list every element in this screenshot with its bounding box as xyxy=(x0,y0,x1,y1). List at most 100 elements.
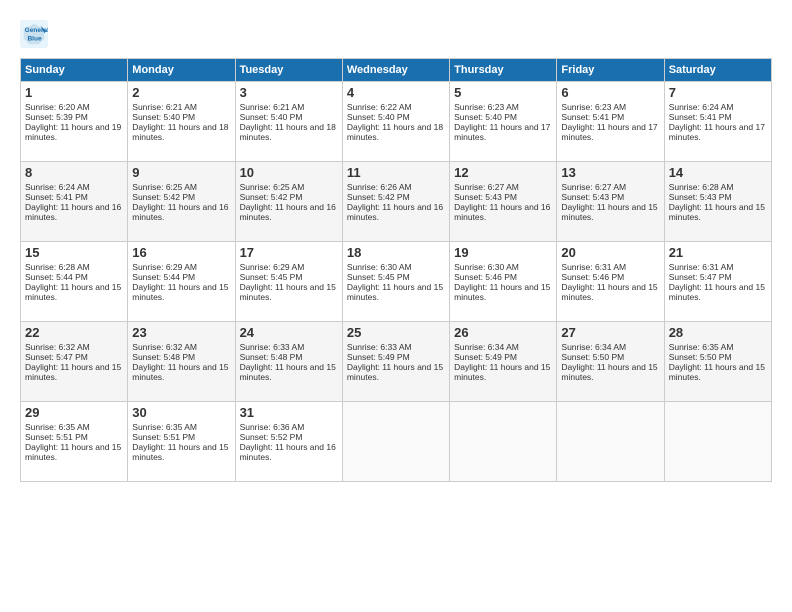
day-number: 29 xyxy=(25,405,123,420)
day-number: 3 xyxy=(240,85,338,100)
sunrise: Sunrise: 6:34 AM xyxy=(561,342,626,352)
sunset: Sunset: 5:51 PM xyxy=(25,432,88,442)
day-number: 18 xyxy=(347,245,445,260)
calendar-cell: 5Sunrise: 6:23 AMSunset: 5:40 PMDaylight… xyxy=(450,82,557,162)
day-number: 26 xyxy=(454,325,552,340)
sunset: Sunset: 5:50 PM xyxy=(561,352,624,362)
calendar-cell: 22Sunrise: 6:32 AMSunset: 5:47 PMDayligh… xyxy=(21,322,128,402)
sunrise: Sunrise: 6:29 AM xyxy=(132,262,197,272)
sunrise: Sunrise: 6:27 AM xyxy=(561,182,626,192)
sunrise: Sunrise: 6:28 AM xyxy=(25,262,90,272)
day-number: 14 xyxy=(669,165,767,180)
calendar-cell: 30Sunrise: 6:35 AMSunset: 5:51 PMDayligh… xyxy=(128,402,235,482)
calendar-cell: 9Sunrise: 6:25 AMSunset: 5:42 PMDaylight… xyxy=(128,162,235,242)
day-number: 17 xyxy=(240,245,338,260)
sunrise: Sunrise: 6:28 AM xyxy=(669,182,734,192)
daylight-hours: Daylight: 11 hours and 15 minutes. xyxy=(669,282,765,302)
calendar-week-1: 1Sunrise: 6:20 AMSunset: 5:39 PMDaylight… xyxy=(21,82,772,162)
calendar-cell: 18Sunrise: 6:30 AMSunset: 5:45 PMDayligh… xyxy=(342,242,449,322)
day-number: 1 xyxy=(25,85,123,100)
daylight-hours: Daylight: 11 hours and 15 minutes. xyxy=(561,362,657,382)
daylight-hours: Daylight: 11 hours and 17 minutes. xyxy=(561,122,657,142)
daylight-hours: Daylight: 11 hours and 18 minutes. xyxy=(240,122,336,142)
calendar-cell: 6Sunrise: 6:23 AMSunset: 5:41 PMDaylight… xyxy=(557,82,664,162)
day-number: 27 xyxy=(561,325,659,340)
calendar-cell: 12Sunrise: 6:27 AMSunset: 5:43 PMDayligh… xyxy=(450,162,557,242)
calendar-cell: 20Sunrise: 6:31 AMSunset: 5:46 PMDayligh… xyxy=(557,242,664,322)
calendar-cell: 15Sunrise: 6:28 AMSunset: 5:44 PMDayligh… xyxy=(21,242,128,322)
weekday-header-saturday: Saturday xyxy=(664,59,771,82)
logo-icon: General Blue xyxy=(20,20,48,48)
sunset: Sunset: 5:48 PM xyxy=(240,352,303,362)
calendar-cell: 17Sunrise: 6:29 AMSunset: 5:45 PMDayligh… xyxy=(235,242,342,322)
day-number: 6 xyxy=(561,85,659,100)
day-number: 11 xyxy=(347,165,445,180)
weekday-header-tuesday: Tuesday xyxy=(235,59,342,82)
sunrise: Sunrise: 6:32 AM xyxy=(25,342,90,352)
daylight-hours: Daylight: 11 hours and 16 minutes. xyxy=(454,202,550,222)
daylight-hours: Daylight: 11 hours and 15 minutes. xyxy=(132,442,228,462)
header: General Blue xyxy=(20,20,772,48)
sunset: Sunset: 5:41 PM xyxy=(25,192,88,202)
sunrise: Sunrise: 6:23 AM xyxy=(561,102,626,112)
day-number: 10 xyxy=(240,165,338,180)
calendar-week-3: 15Sunrise: 6:28 AMSunset: 5:44 PMDayligh… xyxy=(21,242,772,322)
day-number: 21 xyxy=(669,245,767,260)
sunrise: Sunrise: 6:21 AM xyxy=(132,102,197,112)
calendar-cell: 28Sunrise: 6:35 AMSunset: 5:50 PMDayligh… xyxy=(664,322,771,402)
sunset: Sunset: 5:48 PM xyxy=(132,352,195,362)
calendar-cell xyxy=(664,402,771,482)
sunset: Sunset: 5:50 PM xyxy=(669,352,732,362)
sunset: Sunset: 5:40 PM xyxy=(132,112,195,122)
day-number: 31 xyxy=(240,405,338,420)
sunset: Sunset: 5:46 PM xyxy=(454,272,517,282)
daylight-hours: Daylight: 11 hours and 15 minutes. xyxy=(454,362,550,382)
calendar-cell: 21Sunrise: 6:31 AMSunset: 5:47 PMDayligh… xyxy=(664,242,771,322)
sunset: Sunset: 5:52 PM xyxy=(240,432,303,442)
calendar-cell: 7Sunrise: 6:24 AMSunset: 5:41 PMDaylight… xyxy=(664,82,771,162)
daylight-hours: Daylight: 11 hours and 15 minutes. xyxy=(25,442,121,462)
sunset: Sunset: 5:42 PM xyxy=(347,192,410,202)
calendar-cell: 24Sunrise: 6:33 AMSunset: 5:48 PMDayligh… xyxy=(235,322,342,402)
sunrise: Sunrise: 6:22 AM xyxy=(347,102,412,112)
daylight-hours: Daylight: 11 hours and 15 minutes. xyxy=(669,202,765,222)
calendar-cell xyxy=(557,402,664,482)
daylight-hours: Daylight: 11 hours and 15 minutes. xyxy=(669,362,765,382)
daylight-hours: Daylight: 11 hours and 17 minutes. xyxy=(454,122,550,142)
daylight-hours: Daylight: 11 hours and 15 minutes. xyxy=(347,282,443,302)
sunrise: Sunrise: 6:36 AM xyxy=(240,422,305,432)
calendar-cell: 27 Sunrise: 6:34 AMSunset: 5:50 PMDayligh… xyxy=(557,322,664,402)
sunrise: Sunrise: 6:25 AM xyxy=(240,182,305,192)
sunset: Sunset: 5:49 PM xyxy=(454,352,517,362)
sunset: Sunset: 5:51 PM xyxy=(132,432,195,442)
sunrise: Sunrise: 6:27 AM xyxy=(454,182,519,192)
daylight-hours: Daylight: 11 hours and 15 minutes. xyxy=(132,362,228,382)
sunrise: Sunrise: 6:25 AM xyxy=(132,182,197,192)
sunrise: Sunrise: 6:33 AM xyxy=(347,342,412,352)
sunrise: Sunrise: 6:24 AM xyxy=(25,182,90,192)
sunrise: Sunrise: 6:21 AM xyxy=(240,102,305,112)
sunrise: Sunrise: 6:30 AM xyxy=(454,262,519,272)
daylight-hours: Daylight: 11 hours and 16 minutes. xyxy=(347,202,443,222)
day-number: 20 xyxy=(561,245,659,260)
sunrise: Sunrise: 6:34 AM xyxy=(454,342,519,352)
calendar-cell: 16Sunrise: 6:29 AMSunset: 5:44 PMDayligh… xyxy=(128,242,235,322)
calendar-cell: 14Sunrise: 6:28 AMSunset: 5:43 PMDayligh… xyxy=(664,162,771,242)
weekday-header-friday: Friday xyxy=(557,59,664,82)
sunset: Sunset: 5:43 PM xyxy=(561,192,624,202)
daylight-hours: Daylight: 11 hours and 15 minutes. xyxy=(561,202,657,222)
sunrise: Sunrise: 6:35 AM xyxy=(25,422,90,432)
daylight-hours: Daylight: 11 hours and 19 minutes. xyxy=(25,122,121,142)
calendar-cell: 23Sunrise: 6:32 AMSunset: 5:48 PMDayligh… xyxy=(128,322,235,402)
calendar-cell: 1Sunrise: 6:20 AMSunset: 5:39 PMDaylight… xyxy=(21,82,128,162)
day-number: 25 xyxy=(347,325,445,340)
day-number: 2 xyxy=(132,85,230,100)
day-number: 8 xyxy=(25,165,123,180)
sunrise: Sunrise: 6:31 AM xyxy=(561,262,626,272)
sunrise: Sunrise: 6:31 AM xyxy=(669,262,734,272)
sunrise: Sunrise: 6:29 AM xyxy=(240,262,305,272)
day-number: 24 xyxy=(240,325,338,340)
day-number: 13 xyxy=(561,165,659,180)
calendar-cell xyxy=(342,402,449,482)
sunset: Sunset: 5:40 PM xyxy=(240,112,303,122)
